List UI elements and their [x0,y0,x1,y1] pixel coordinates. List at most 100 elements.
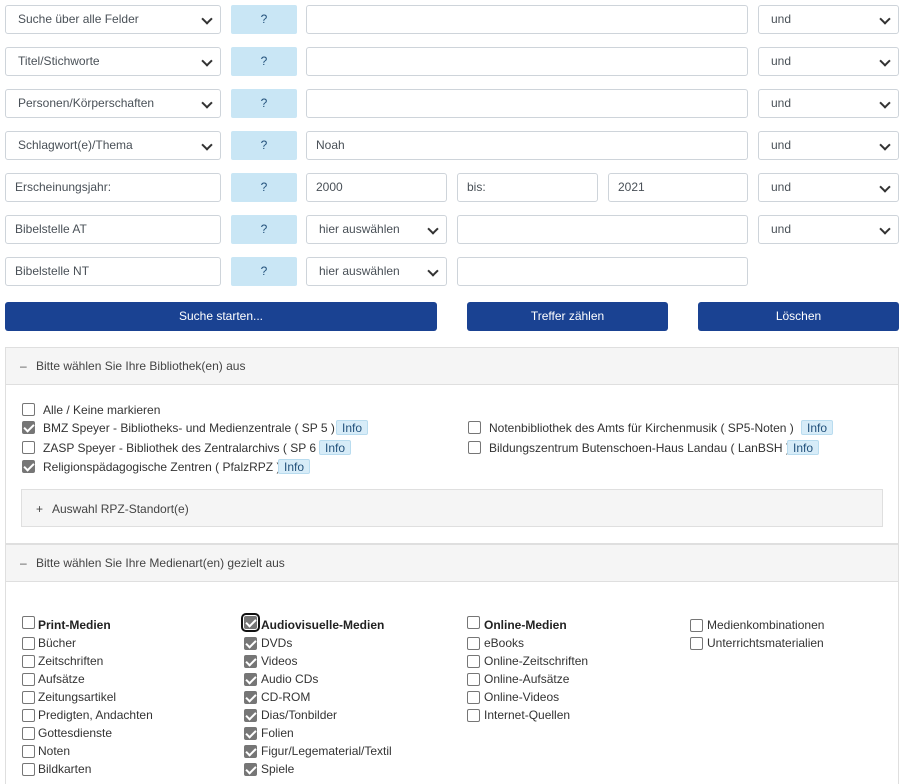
info-button-bmz[interactable]: Info [336,420,369,435]
media-label: Spiele [261,762,295,776]
media-label: Figur/Legematerial/Textil [261,744,392,758]
all-none-checkbox[interactable] [22,403,35,416]
av-media-heading: Audiovisuelle-Medien [261,618,385,632]
field-select-4[interactable]: Schlagwort(e)/Thema [5,131,221,160]
media-checkbox[interactable] [244,709,257,722]
media-label: Dias/Tonbilder [261,708,338,722]
media-checkbox[interactable] [244,655,257,668]
info-button-noten[interactable]: Info [801,420,834,435]
media-checkbox[interactable] [244,637,257,650]
help-button-year[interactable]: ? [231,173,297,202]
operator-label: und [771,96,792,110]
operator-select-4[interactable]: und [758,131,899,160]
media-label: Zeitschriften [38,654,104,668]
collapse-icon: – [20,556,27,570]
help-button-bible-at[interactable]: ? [231,215,297,244]
info-button-zasp[interactable]: Info [319,440,352,455]
print-media-heading: Print-Medien [38,618,111,632]
media-checkbox[interactable] [22,691,35,704]
media-label: Aufsätze [38,672,85,686]
library-label-zasp: ZASP Speyer - Bibliothek des Zentralarch… [43,441,324,455]
print-media-checkbox[interactable] [22,616,35,629]
bible-at-book-select[interactable]: hier auswählen [306,215,447,244]
media-checkbox[interactable] [22,673,35,686]
field-select-1[interactable]: Suche über alle Felder [5,5,221,34]
field-select-label: Suche über alle Felder [18,12,139,26]
bible-nt-book-select[interactable]: hier auswählen [306,257,447,286]
expand-icon: + [36,502,44,516]
info-button-lanbsh[interactable]: Info [787,440,820,455]
operator-select-1[interactable]: und [758,5,899,34]
media-checkbox[interactable] [22,655,35,668]
rpz-location-toggle[interactable]: + Auswahl RPZ-Standort(e) [21,489,883,527]
operator-select-year[interactable]: und [758,173,899,202]
help-button-3[interactable]: ? [231,89,297,118]
clear-button[interactable]: Löschen [698,302,899,331]
field-select-2[interactable]: Titel/Stichworte [5,47,221,76]
media-panel-header[interactable]: – Bitte wählen Sie Ihre Medienart(en) gez… [6,545,898,582]
bible-nt-input[interactable] [457,257,748,286]
search-input-1[interactable] [306,5,748,34]
media-label: Internet-Quellen [484,708,571,722]
media-label: eBooks [484,636,525,650]
media-checkbox[interactable] [22,727,35,740]
search-input-3[interactable] [306,89,748,118]
year-to-input[interactable]: 2021 [608,173,748,202]
media-label: CD-ROM [261,690,311,704]
bible-at-input[interactable] [457,215,748,244]
media-checkbox[interactable] [244,763,257,776]
media-label: Medienkombinationen [707,618,825,632]
media-checkbox[interactable] [244,745,257,758]
year-to-label: bis: [457,173,598,202]
operator-select-2[interactable]: und [758,47,899,76]
operator-select-3[interactable]: und [758,89,899,118]
library-checkbox-rpz[interactable] [22,460,35,473]
count-hits-button[interactable]: Treffer zählen [467,302,668,331]
library-panel-header[interactable]: – Bitte wählen Sie Ihre Bibliothek(en) au… [6,348,898,385]
field-select-3[interactable]: Personen/Körperschaften [5,89,221,118]
media-label: Audio CDs [261,672,319,686]
operator-label: und [771,54,792,68]
online-media-checkbox[interactable] [467,616,480,629]
operator-select-bible-at[interactable]: und [758,215,899,244]
media-checkbox[interactable] [467,637,480,650]
year-label-field: Erscheinungsjahr: [5,173,221,202]
media-checkbox[interactable] [467,673,480,686]
media-checkbox[interactable] [690,619,703,632]
help-button-2[interactable]: ? [231,47,297,76]
media-label: DVDs [261,636,293,650]
search-input-4[interactable]: Noah [306,131,748,160]
media-checkbox[interactable] [690,637,703,650]
library-checkbox-bmz[interactable] [22,421,35,434]
media-checkbox[interactable] [467,709,480,722]
search-start-button[interactable]: Suche starten... [5,302,437,331]
operator-label: und [771,138,792,152]
help-button-1[interactable]: ? [231,5,297,34]
media-checkbox[interactable] [467,655,480,668]
help-button-4[interactable]: ? [231,131,297,160]
operator-label: und [771,12,792,26]
library-checkbox-noten[interactable] [468,421,481,434]
media-checkbox[interactable] [22,637,35,650]
media-checkbox[interactable] [467,691,480,704]
media-checkbox[interactable] [22,745,35,758]
media-checkbox[interactable] [244,673,257,686]
media-checkbox[interactable] [22,709,35,722]
year-from-input[interactable]: 2000 [306,173,447,202]
media-label: Gottesdienste [38,726,113,740]
all-none-label: Alle / Keine markieren [43,403,161,417]
search-input-2[interactable] [306,47,748,76]
media-label: Unterrichtsmaterialien [707,636,824,650]
media-checkbox[interactable] [244,691,257,704]
media-label: Zeitungsartikel [38,690,117,704]
book-select-label: hier auswählen [319,264,400,278]
library-checkbox-lanbsh[interactable] [468,441,481,454]
av-media-checkbox[interactable] [241,613,260,632]
help-button-bible-nt[interactable]: ? [231,257,297,286]
info-button-rpz[interactable]: Info [278,459,311,474]
library-panel-title: Bitte wählen Sie Ihre Bibliothek(en) aus [36,359,246,373]
media-checkbox[interactable] [22,763,35,776]
media-checkbox[interactable] [244,727,257,740]
library-checkbox-zasp[interactable] [22,441,35,454]
media-panel-title: Bitte wählen Sie Ihre Medienart(en) gezi… [36,556,285,570]
